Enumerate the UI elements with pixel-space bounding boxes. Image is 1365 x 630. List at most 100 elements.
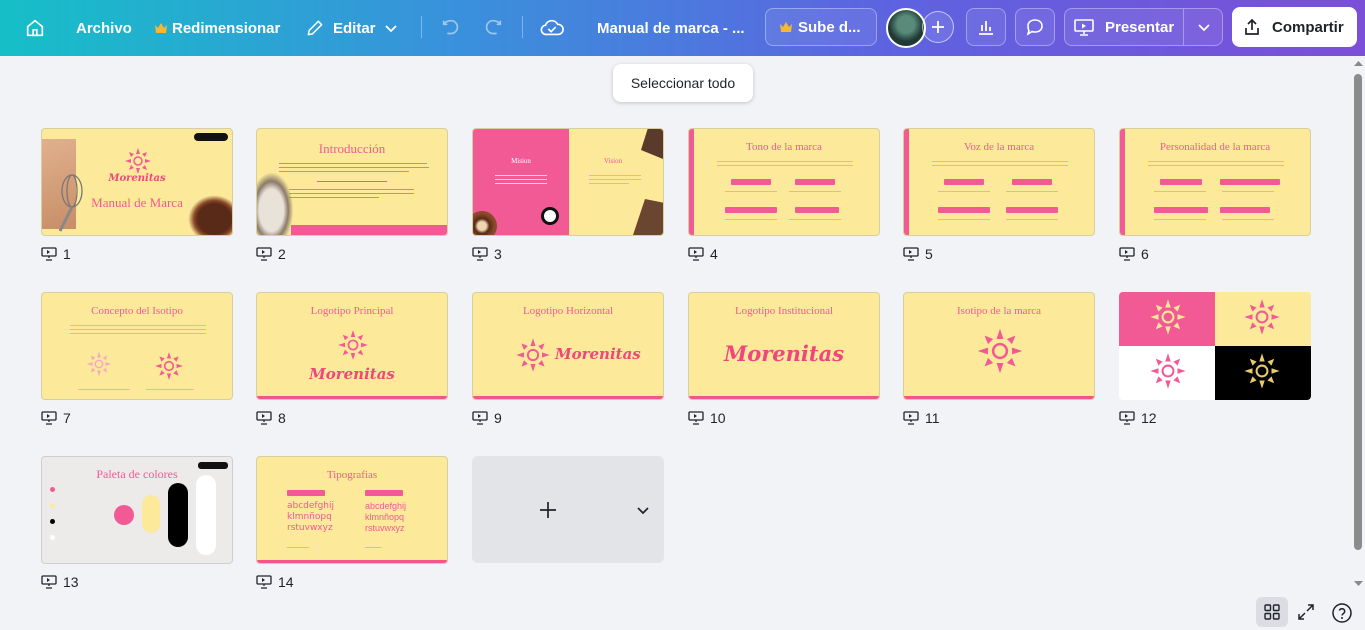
edit-label: Editar (333, 19, 376, 37)
slide-number: 10 (710, 410, 726, 426)
slide-number: 14 (278, 574, 294, 590)
slide-thumbnail[interactable]: Logotipo Principal Morenitas (256, 292, 448, 400)
slide-number-label: 9 (472, 410, 502, 426)
resize-button[interactable]: Redimensionar (155, 0, 280, 56)
slide-thumbnail[interactable]: Personalidad de la marca (1119, 128, 1311, 236)
upgrade-button[interactable]: Sube d... (765, 8, 877, 46)
undo-button[interactable] (440, 0, 462, 56)
text-line (1222, 219, 1274, 220)
expand-icon (1298, 604, 1314, 620)
tag (287, 490, 325, 496)
chevron-down-icon[interactable] (1197, 20, 1211, 34)
pink-swatch (114, 505, 134, 525)
slide-thumbnail[interactable]: Paleta de colores (41, 456, 233, 564)
text-line (1154, 219, 1206, 220)
slide-thumbnail[interactable]: Mision Vision (472, 128, 664, 236)
tag (1154, 207, 1208, 213)
add-page-button[interactable] (538, 500, 558, 520)
add-page-card (472, 456, 664, 563)
font-sample-line: abcdefghij (365, 501, 407, 511)
slide-title: Personalidad de la marca (1159, 141, 1271, 153)
user-avatar[interactable] (886, 8, 926, 48)
vertical-scrollbar[interactable] (1352, 56, 1365, 596)
slide-number: 6 (1141, 246, 1149, 262)
pastry-photo (257, 173, 293, 235)
presentation-icon (1119, 411, 1135, 425)
save-status-button[interactable] (540, 0, 564, 56)
text-line (70, 325, 206, 326)
font-sample-line: rstuvwxyz (365, 523, 405, 533)
scroll-down-icon[interactable] (1354, 580, 1363, 587)
document-title[interactable]: Manual de marca - ... (597, 0, 745, 56)
slide-thumbnail[interactable] (1119, 292, 1311, 400)
presentation-icon (903, 411, 919, 425)
presentation-icon (41, 411, 57, 425)
slide-thumbnail[interactable]: Morenitas Manual de Marca (41, 128, 233, 236)
select-all-tooltip: Seleccionar todo (613, 64, 753, 102)
presentation-icon (688, 247, 704, 261)
tag (938, 207, 990, 213)
present-button[interactable]: Presentar (1064, 8, 1223, 46)
text-line (932, 165, 1068, 166)
pink-band (689, 396, 879, 399)
sun-logo-icon (1150, 353, 1186, 389)
presentation-icon (256, 575, 272, 589)
resize-label: Redimensionar (172, 19, 281, 37)
slide-thumbnail[interactable]: Concepto del Isotipo (41, 292, 233, 400)
slide-title: Manual de Marca (91, 195, 183, 210)
sun-logo-icon (155, 352, 183, 380)
slide-thumbnail[interactable]: Tono de la marca (688, 128, 880, 236)
text-line (495, 183, 547, 184)
slide-number: 2 (278, 246, 286, 262)
scrollbar-thumb[interactable] (1354, 74, 1362, 550)
slide-thumbnail[interactable]: Logotipo Institucional Morenitas (688, 292, 880, 400)
slide-thumbnail[interactable]: Introducción (256, 128, 448, 236)
sun-logo-icon (1244, 299, 1280, 335)
edit-menu[interactable]: Editar (305, 0, 398, 56)
text-line (495, 175, 547, 176)
home-icon (26, 19, 44, 37)
help-button[interactable] (1331, 602, 1353, 629)
cream-swatch (142, 495, 160, 533)
white-swatch (196, 475, 216, 555)
slide-thumbnail[interactable]: Isotipo de la marca (903, 292, 1095, 400)
grid-view-button[interactable] (1256, 597, 1288, 627)
text-line (932, 161, 1068, 162)
help-icon (1332, 603, 1352, 623)
invite-button[interactable] (922, 11, 954, 43)
insights-button[interactable] (966, 8, 1006, 46)
slide-thumbnail[interactable]: Tipografias abcdefghij klmnñopq rstuvwxy… (256, 456, 448, 564)
presentation-icon (903, 247, 919, 261)
sun-logo-icon (338, 330, 368, 360)
home-button[interactable] (24, 0, 46, 56)
share-button[interactable]: Compartir (1232, 7, 1357, 47)
slide-number: 13 (63, 574, 79, 590)
text-line (938, 219, 990, 220)
tag (944, 179, 984, 185)
tooltip-text: Seleccionar todo (630, 75, 736, 91)
slide-number-label: 14 (256, 574, 294, 590)
upgrade-label: Sube d... (798, 18, 861, 36)
brand-badge (541, 207, 559, 225)
file-menu[interactable]: Archivo (76, 0, 132, 56)
scroll-up-icon[interactable] (1354, 60, 1363, 67)
comments-button[interactable] (1015, 8, 1055, 46)
pencil-icon (307, 20, 323, 36)
text-line (279, 167, 429, 168)
presentation-icon (472, 247, 488, 261)
presentation-icon (256, 247, 272, 261)
slide-number-label: 7 (41, 410, 71, 426)
slide-number: 5 (925, 246, 933, 262)
slide-number-label: 10 (688, 410, 726, 426)
slide-number-label: 6 (1119, 246, 1149, 262)
slide-number-label: 1 (41, 246, 71, 262)
share-label: Compartir (1272, 18, 1344, 36)
fullscreen-button[interactable] (1296, 602, 1316, 627)
slide-thumbnail[interactable]: Voz de la marca (903, 128, 1095, 236)
redo-button[interactable] (482, 0, 504, 56)
chevron-down-icon[interactable] (636, 503, 650, 517)
slide-thumbnail[interactable]: Logotipo Horizontal Morenitas (472, 292, 664, 400)
crown-icon (155, 23, 167, 33)
slide-number-label: 8 (256, 410, 286, 426)
tag (1220, 207, 1270, 213)
